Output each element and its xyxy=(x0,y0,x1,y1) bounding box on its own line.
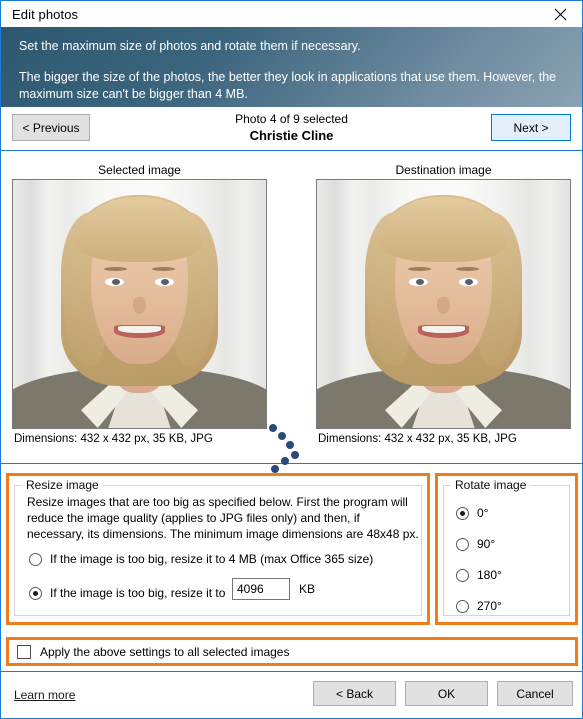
destination-image-dimensions: Dimensions: 432 x 432 px, 35 KB, JPG xyxy=(318,433,517,445)
selected-image-caption: Selected image xyxy=(98,163,181,177)
resize-group-title: Resize image xyxy=(22,478,103,492)
learn-more-link[interactable]: Learn more xyxy=(14,688,75,702)
header-banner: Set the maximum size of photos and rotat… xyxy=(1,27,582,107)
cancel-button[interactable]: Cancel xyxy=(497,681,573,706)
selected-image-thumbnail[interactable] xyxy=(12,179,267,429)
radio-resize-office365[interactable]: If the image is too big, resize it to 4 … xyxy=(29,552,373,566)
resize-size-unit-label: KB xyxy=(299,582,316,596)
radio-indicator-rotate-270 xyxy=(456,599,469,613)
back-button[interactable]: < Back xyxy=(313,681,396,706)
title-bar: Edit photos xyxy=(1,1,582,27)
radio-label-rotate-180: 180° xyxy=(477,568,502,582)
image-compare-area: Selected image Destination image Dimensi… xyxy=(1,151,582,473)
ok-button[interactable]: OK xyxy=(405,681,488,706)
radio-rotate-270[interactable]: 270° xyxy=(456,599,502,613)
radio-label-rotate-90: 90° xyxy=(477,537,496,551)
resize-size-input[interactable] xyxy=(232,578,290,600)
selected-image-dimensions: Dimensions: 432 x 432 px, 35 KB, JPG xyxy=(14,433,213,445)
destination-image-thumbnail[interactable] xyxy=(316,179,571,429)
radio-indicator-custom xyxy=(29,586,42,600)
edit-photos-dialog: Edit photos Set the maximum size of phot… xyxy=(0,0,583,719)
radio-label-office365: If the image is too big, resize it to 4 … xyxy=(50,552,374,566)
window-title: Edit photos xyxy=(12,6,79,22)
destination-image-caption: Destination image xyxy=(395,163,492,177)
radio-rotate-90[interactable]: 90° xyxy=(456,537,495,551)
dialog-footer: Learn more < Back OK Cancel xyxy=(1,671,582,718)
radio-label-rotate-0: 0° xyxy=(477,506,489,520)
radio-rotate-0[interactable]: 0° xyxy=(456,506,488,520)
apply-to-all-checkbox[interactable] xyxy=(17,644,31,659)
portrait-photo xyxy=(13,180,266,428)
header-line-1: Set the maximum size of photos and rotat… xyxy=(19,39,361,53)
close-button[interactable] xyxy=(538,2,582,27)
portrait-photo-destination xyxy=(317,180,570,428)
header-line-2: The bigger the size of the photos, the b… xyxy=(19,70,557,101)
radio-indicator-rotate-180 xyxy=(456,568,469,582)
resize-description: Resize images that are too big as specif… xyxy=(27,495,419,541)
settings-row: Resize image Resize images that are too … xyxy=(1,464,582,631)
radio-indicator-office365 xyxy=(29,552,42,566)
photo-navigation-bar: Photo 4 of 9 selected Christie Cline < P… xyxy=(1,107,582,151)
radio-label-custom: If the image is too big, resize it to xyxy=(50,586,226,600)
radio-resize-custom[interactable]: If the image is too big, resize it to xyxy=(29,586,225,600)
rotate-group-title: Rotate image xyxy=(451,478,531,492)
radio-label-rotate-270: 270° xyxy=(477,599,502,613)
next-button[interactable]: Next > xyxy=(491,114,571,141)
apply-to-all-row[interactable]: Apply the above settings to all selected… xyxy=(6,637,578,666)
apply-to-all-label: Apply the above settings to all selected… xyxy=(40,644,290,659)
close-icon xyxy=(554,8,567,21)
radio-indicator-rotate-0 xyxy=(456,506,469,520)
previous-button[interactable]: < Previous xyxy=(12,114,90,141)
radio-rotate-180[interactable]: 180° xyxy=(456,568,502,582)
radio-indicator-rotate-90 xyxy=(456,537,469,551)
